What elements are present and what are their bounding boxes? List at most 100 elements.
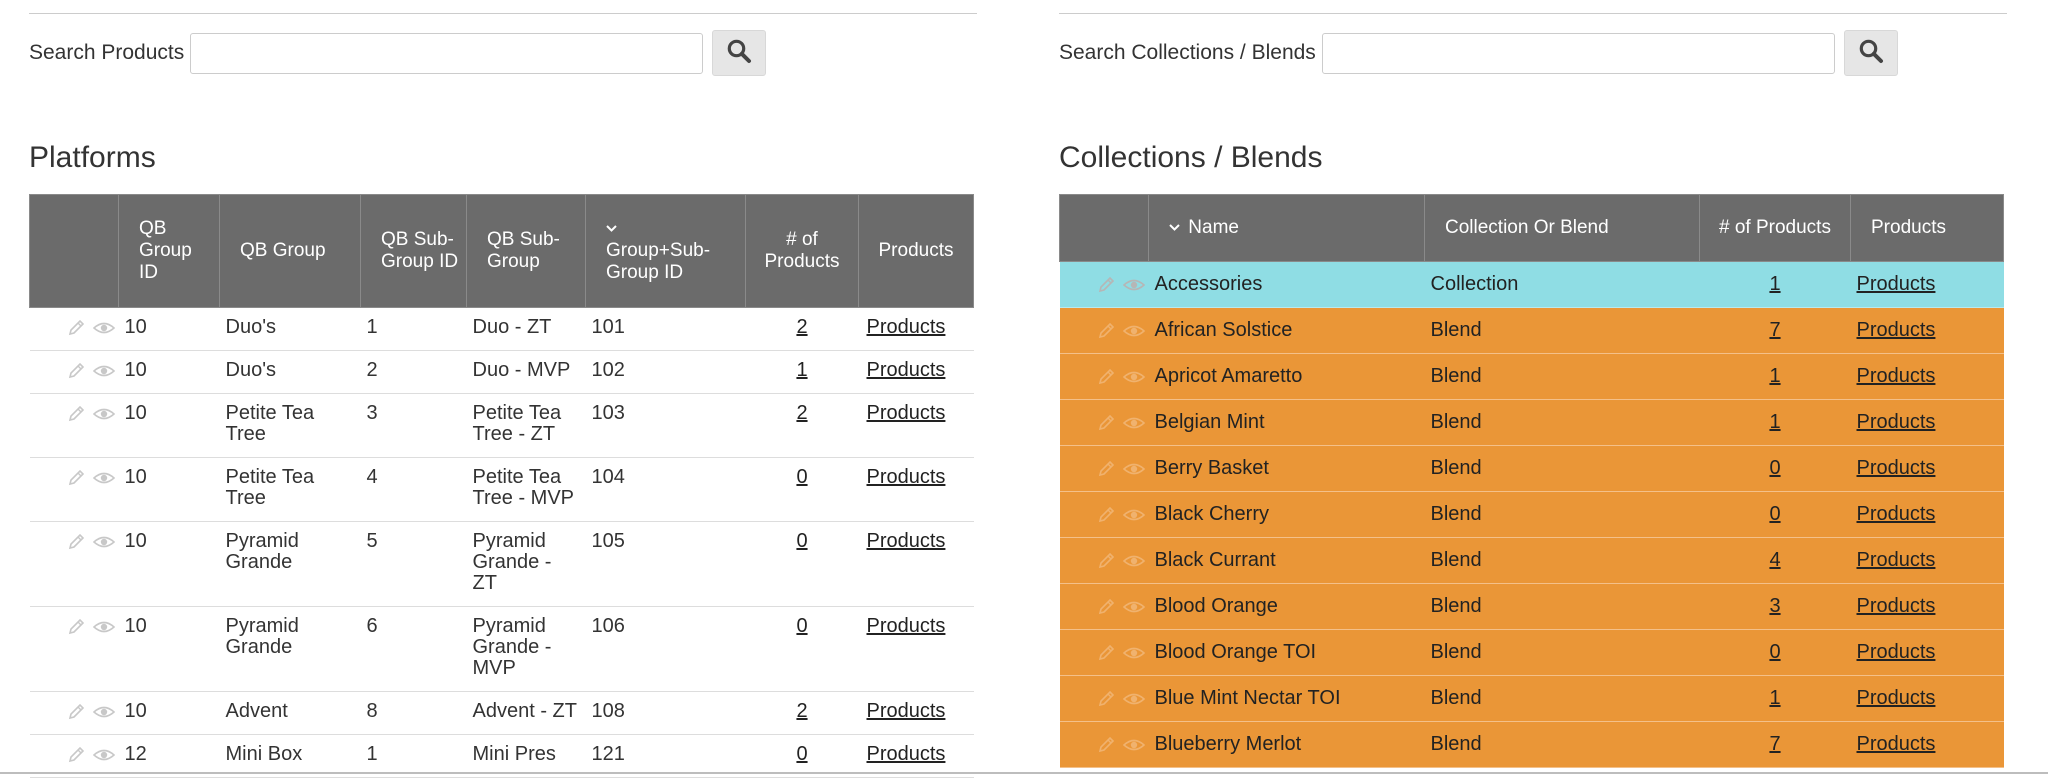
products-link[interactable]: Products — [1857, 687, 1936, 709]
eye-icon[interactable] — [88, 615, 115, 637]
pencil-icon[interactable] — [61, 700, 88, 722]
products-link[interactable]: Products — [1857, 411, 1936, 433]
num-products-link[interactable]: 2 — [796, 316, 807, 338]
eye-icon[interactable] — [1118, 687, 1145, 709]
pencil-icon[interactable] — [61, 466, 88, 488]
pencil-icon[interactable] — [1091, 641, 1118, 663]
pencil-icon[interactable] — [1091, 503, 1118, 525]
num-products-link[interactable]: 0 — [796, 743, 807, 765]
num-products-link[interactable]: 0 — [796, 466, 807, 488]
pencil-icon[interactable] — [1091, 457, 1118, 479]
products-link[interactable]: Products — [1857, 503, 1936, 525]
column-header-name[interactable]: Name — [1148, 194, 1425, 262]
eye-icon[interactable] — [1118, 319, 1145, 341]
pencil-icon[interactable] — [61, 402, 88, 424]
num-products-link[interactable]: 0 — [796, 530, 807, 552]
products-link[interactable]: Products — [1857, 273, 1936, 295]
products-link[interactable]: Products — [1857, 457, 1936, 479]
pencil-icon[interactable] — [1091, 319, 1118, 341]
pencil-icon[interactable] — [61, 359, 88, 381]
pencil-icon[interactable] — [1091, 411, 1118, 433]
search-products-button[interactable] — [712, 30, 767, 76]
column-header-qb-group[interactable]: QB Group — [219, 194, 361, 308]
products-link[interactable]: Products — [867, 700, 946, 722]
num-products-link[interactable]: 0 — [1769, 641, 1780, 663]
eye-icon[interactable] — [88, 402, 115, 424]
num-products-link[interactable]: 1 — [796, 359, 807, 381]
products-link[interactable]: Products — [867, 359, 946, 381]
pencil-icon[interactable] — [1091, 733, 1118, 755]
eye-icon[interactable] — [1118, 503, 1145, 525]
num-products-link[interactable]: 0 — [1769, 457, 1780, 479]
pencil-icon[interactable] — [61, 615, 88, 637]
products-link[interactable]: Products — [1857, 641, 1936, 663]
top-divider — [1059, 13, 2007, 14]
num-products-link[interactable]: 2 — [796, 402, 807, 424]
eye-icon[interactable] — [1118, 457, 1145, 479]
eye-icon[interactable] — [1118, 549, 1145, 571]
num-products-cell: 1 — [1699, 353, 1851, 400]
num-products-link[interactable]: 1 — [1769, 687, 1780, 709]
products-link[interactable]: Products — [867, 466, 946, 488]
products-link[interactable]: Products — [1857, 365, 1936, 387]
products-link[interactable]: Products — [1857, 319, 1936, 341]
num-products-link[interactable]: 3 — [1769, 595, 1780, 617]
num-products-link[interactable]: 0 — [1769, 503, 1780, 525]
column-header-qb-group-id[interactable]: QB Group ID — [118, 194, 220, 308]
name-cell: Blood Orange TOI — [1148, 629, 1425, 676]
num-products-link[interactable]: 2 — [796, 700, 807, 722]
num-products-link[interactable]: 0 — [796, 615, 807, 637]
pencil-icon[interactable] — [1091, 365, 1118, 387]
eye-icon[interactable] — [88, 316, 115, 338]
pencil-icon[interactable] — [1091, 687, 1118, 709]
num-products-link[interactable]: 1 — [1769, 411, 1780, 433]
eye-icon[interactable] — [1118, 365, 1145, 387]
column-header-group-sub-group-id-label: Group+Sub-Group ID — [606, 240, 711, 283]
pencil-icon[interactable] — [61, 743, 88, 765]
products-link[interactable]: Products — [1857, 595, 1936, 617]
products-link[interactable]: Products — [1857, 733, 1936, 755]
column-header-num-products[interactable]: # of Products — [745, 194, 859, 308]
products-link[interactable]: Products — [867, 615, 946, 637]
search-collections-button[interactable] — [1843, 30, 1898, 76]
pencil-icon[interactable] — [1091, 595, 1118, 617]
search-collections-input[interactable] — [1321, 32, 1835, 74]
column-header-group-sub-group-id[interactable]: Group+Sub-Group ID — [585, 194, 746, 308]
eye-icon[interactable] — [88, 700, 115, 722]
eye-icon[interactable] — [1118, 411, 1145, 433]
row-actions — [29, 457, 119, 522]
collection-or-blend-cell: Blend — [1424, 399, 1700, 446]
column-header-qb-sub-group-id[interactable]: QB Sub-Group ID — [360, 194, 467, 308]
eye-icon[interactable] — [1118, 733, 1145, 755]
products-link[interactable]: Products — [867, 743, 946, 765]
column-header-products[interactable]: Products — [858, 194, 974, 308]
products-link[interactable]: Products — [867, 530, 946, 552]
num-products-link[interactable]: 7 — [1769, 733, 1780, 755]
column-header-collection-or-blend[interactable]: Collection Or Blend — [1424, 194, 1700, 262]
column-header-products[interactable]: Products — [1850, 194, 2004, 262]
pencil-icon[interactable] — [61, 316, 88, 338]
products-link[interactable]: Products — [867, 316, 946, 338]
search-products-input[interactable] — [190, 32, 704, 74]
eye-icon[interactable] — [88, 359, 115, 381]
products-link[interactable]: Products — [867, 402, 946, 424]
search-products-row: Search Products — [29, 30, 767, 76]
collection-or-blend-cell: Blend — [1424, 721, 1700, 768]
pencil-icon[interactable] — [1091, 549, 1118, 571]
pencil-icon[interactable] — [61, 530, 88, 552]
pencil-icon[interactable] — [1091, 273, 1118, 295]
eye-icon[interactable] — [1118, 595, 1145, 617]
eye-icon[interactable] — [1118, 641, 1145, 663]
eye-icon[interactable] — [88, 466, 115, 488]
column-header-qb-sub-group[interactable]: QB Sub-Group — [466, 194, 586, 308]
num-products-link[interactable]: 1 — [1769, 365, 1780, 387]
products-link[interactable]: Products — [1857, 549, 1936, 571]
num-products-link[interactable]: 7 — [1769, 319, 1780, 341]
eye-icon[interactable] — [88, 530, 115, 552]
num-products-link[interactable]: 4 — [1769, 549, 1780, 571]
num-products-cell: 2 — [745, 307, 859, 351]
eye-icon[interactable] — [1118, 273, 1145, 295]
num-products-link[interactable]: 1 — [1769, 273, 1780, 295]
column-header-num-products[interactable]: # of Products — [1699, 194, 1851, 262]
eye-icon[interactable] — [88, 743, 115, 765]
